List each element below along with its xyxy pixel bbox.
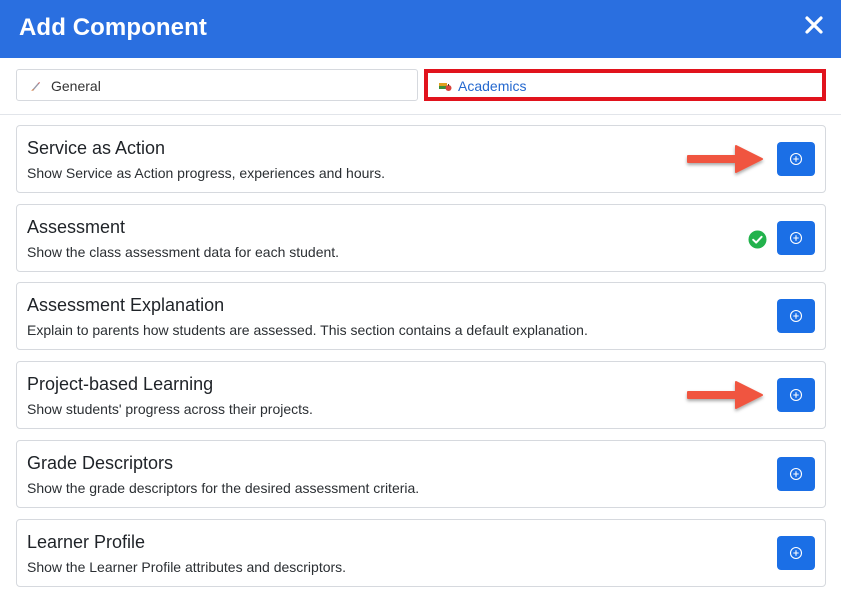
add-learner-profile-button[interactable] bbox=[777, 536, 815, 570]
component-title: Assessment bbox=[27, 217, 126, 237]
tab-bar: General Academics bbox=[0, 58, 841, 115]
book-apple-icon bbox=[438, 79, 452, 93]
tab-general[interactable]: General bbox=[16, 69, 418, 101]
component-title: Learner Profile bbox=[27, 532, 146, 552]
component-description: Show the class assessment data for each … bbox=[27, 244, 340, 260]
dialog-title: Add Component bbox=[19, 14, 207, 41]
component-card-assessment-explanation: Assessment Explanation Explain to parent… bbox=[16, 282, 826, 350]
plus-circle-icon bbox=[789, 231, 803, 245]
rocket-icon bbox=[29, 79, 43, 93]
close-icon[interactable] bbox=[803, 14, 825, 36]
component-description: Show the grade descriptors for the desir… bbox=[27, 480, 420, 496]
callout-arrow-icon bbox=[687, 381, 763, 409]
add-assessment-button[interactable] bbox=[777, 221, 815, 255]
component-title: Grade Descriptors bbox=[27, 453, 174, 473]
add-grade-descriptors-button[interactable] bbox=[777, 457, 815, 491]
add-project-based-learning-button[interactable] bbox=[777, 378, 815, 412]
component-description: Show students' progress across their pro… bbox=[27, 401, 313, 417]
callout-arrow-icon bbox=[687, 145, 763, 173]
component-card-assessment: Assessment Show the class assessment dat… bbox=[16, 204, 826, 272]
plus-circle-icon bbox=[789, 309, 803, 323]
component-title: Service as Action bbox=[27, 138, 166, 158]
tab-academics-label: Academics bbox=[458, 78, 527, 94]
check-circle-icon bbox=[748, 230, 767, 249]
component-card-learner-profile: Learner Profile Show the Learner Profile… bbox=[16, 519, 826, 587]
dialog-header: Add Component bbox=[0, 0, 841, 58]
add-assessment-explanation-button[interactable] bbox=[777, 299, 815, 333]
plus-circle-icon bbox=[789, 152, 803, 166]
component-description: Show Service as Action progress, experie… bbox=[27, 165, 385, 181]
component-title: Assessment Explanation bbox=[27, 295, 225, 315]
add-component-dialog: Add Component General Academics Service … bbox=[0, 0, 841, 595]
component-description: Explain to parents how students are asse… bbox=[27, 322, 588, 338]
component-description: Show the Learner Profile attributes and … bbox=[27, 559, 347, 575]
tab-academics[interactable]: Academics bbox=[424, 69, 826, 101]
plus-circle-icon bbox=[789, 467, 803, 481]
tab-general-label: General bbox=[51, 78, 101, 94]
plus-circle-icon bbox=[789, 388, 803, 402]
component-card-grade-descriptors: Grade Descriptors Show the grade descrip… bbox=[16, 440, 826, 508]
add-service-as-action-button[interactable] bbox=[777, 142, 815, 176]
component-title: Project-based Learning bbox=[27, 374, 214, 394]
plus-circle-icon bbox=[789, 546, 803, 560]
